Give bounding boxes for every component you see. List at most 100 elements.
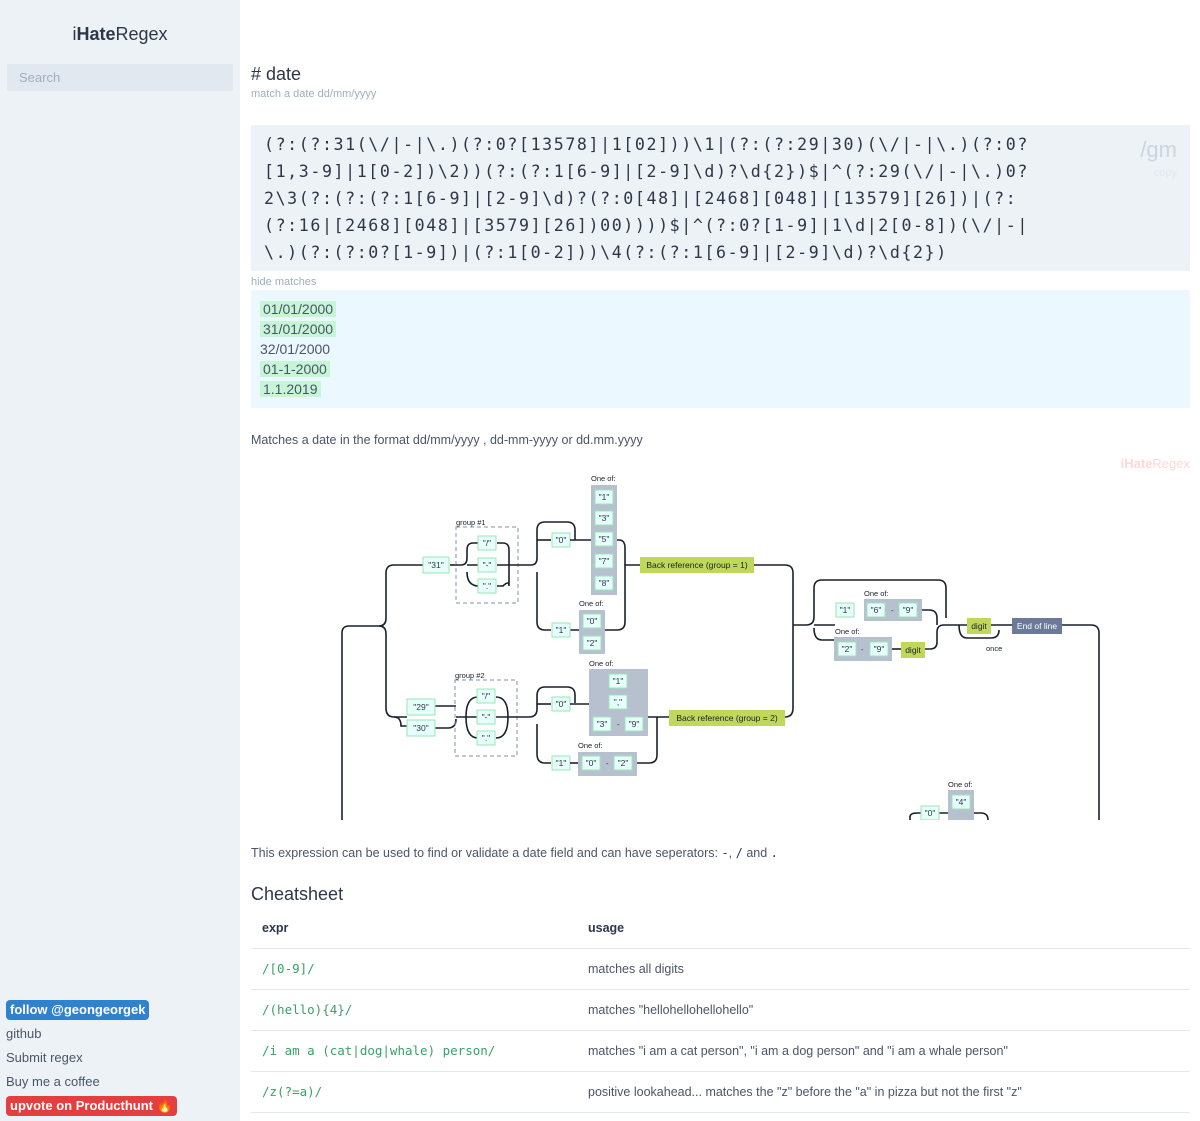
table-row: /z(?=a)/ positive lookahead... matches t… xyxy=(251,1071,1190,1113)
svg-text:"7": "7" xyxy=(599,556,610,566)
svg-text:"1": "1" xyxy=(840,605,851,615)
svg-text:"2": "2" xyxy=(618,758,629,768)
svg-text:Back reference (group = 2): Back reference (group = 2) xyxy=(676,713,778,723)
svg-text:digit: digit xyxy=(971,621,987,631)
cheat-expr[interactable]: /(hello){4}/ xyxy=(251,989,577,1031)
svg-text:"2": "2" xyxy=(842,644,853,654)
cheat-usage: matches "i am a cat person", "i am a dog… xyxy=(577,1030,1190,1072)
literal-0-a: "0" xyxy=(551,532,571,548)
literal-2-h: "2" xyxy=(613,755,633,771)
literal-9-f: "9" xyxy=(624,716,644,732)
literal-1-f: "1" xyxy=(608,673,628,689)
test-string-line: 31/01/2000 xyxy=(260,319,1181,339)
literal-7-c: "7" xyxy=(594,553,614,569)
copy-button[interactable]: copy xyxy=(1154,167,1177,179)
github-link[interactable]: github xyxy=(6,1026,41,1042)
literal-0-d: "0" xyxy=(582,613,602,629)
svg-text:",": "," xyxy=(614,697,622,707)
test-string-line: 01/01/2000 xyxy=(260,299,1181,319)
svg-text:".": "." xyxy=(482,733,490,743)
test-string-line: 1.1.2019 xyxy=(260,379,1181,399)
one-of-label-7: One of: xyxy=(948,780,973,789)
literal-0-h: "0" xyxy=(581,755,601,771)
literal-slash-2: "/" xyxy=(476,688,496,704)
svg-text:"6": "6" xyxy=(871,605,882,615)
table-row: /(hello){4}/ matches "hellohellohellohel… xyxy=(251,989,1190,1031)
literal-9-i: "9" xyxy=(898,602,918,618)
matched-text: 01/01/2000 xyxy=(260,301,337,317)
cheatsheet-table: expr usage /[0-9]/ matches all digits /(… xyxy=(251,908,1190,1113)
test-strings-panel[interactable]: 01/01/2000 31/01/2000 32/01/2000 01-1-2000 1… xyxy=(251,290,1190,408)
table-row: /[0-9]/ matches all digits xyxy=(251,948,1190,990)
one-of-label-3: One of: xyxy=(589,659,614,668)
railroad-diagram: .ln { fill: none; stroke: #1a202c; strok… xyxy=(341,474,1100,820)
literal-31: "31" xyxy=(422,556,450,574)
literal-1-c: "1" xyxy=(594,489,614,505)
cheat-usage: matches "hellohellohellohello" xyxy=(577,989,1190,1031)
cheat-usage: matches all digits xyxy=(577,948,1190,990)
buy-coffee-link[interactable]: Buy me a coffee xyxy=(6,1074,100,1090)
svg-text:"1": "1" xyxy=(556,758,567,768)
one-of-label-2: One of: xyxy=(579,599,604,608)
digit-box-1: digit xyxy=(901,642,925,658)
end-of-line-label: End of line xyxy=(1017,621,1057,631)
literal-3-f: "3" xyxy=(592,716,612,732)
svg-text:"2": "2" xyxy=(587,638,598,648)
regex-text[interactable]: (?:(?:31(\/|-|\.)(?:0?[13578]|1[02]))\1|… xyxy=(264,131,1034,266)
one-of-label-1: One of: xyxy=(591,474,616,483)
backref-group-2: Back reference (group = 2) xyxy=(669,710,785,726)
literal-1-g: "1" xyxy=(551,755,571,771)
literal-slash-1: "/" xyxy=(477,535,497,551)
regex-display: (?:(?:31(\/|-|\.)(?:0?[13578]|1[02]))\1|… xyxy=(251,125,1190,271)
svg-text:"-": "-" xyxy=(483,560,492,570)
svg-text:"29": "29" xyxy=(413,702,429,712)
search-input[interactable] xyxy=(7,64,233,91)
matched-text: 31/01/2000 xyxy=(260,321,337,337)
unmatched-text: 32/01/2000 xyxy=(260,341,331,357)
test-string-line: 01-1-2000 xyxy=(260,359,1181,379)
literal-5-c: "5" xyxy=(594,531,614,547)
one-of-label-5: One of: xyxy=(864,589,889,598)
sidebar: iHateRegex follow @geongeorgek github Su… xyxy=(0,0,240,1121)
svg-text:"0": "0" xyxy=(556,535,567,545)
svg-text:"3": "3" xyxy=(599,513,610,523)
svg-text:"/": "/" xyxy=(483,538,491,548)
cheat-usage: positive lookahead... matches the "z" be… xyxy=(577,1071,1190,1113)
hide-matches-toggle[interactable]: hide matches xyxy=(251,276,316,288)
cheat-expr[interactable]: /i am a (cat|dog|whale) person/ xyxy=(251,1030,577,1072)
literal-dash-1: "-" xyxy=(477,557,497,573)
svg-text:"8": "8" xyxy=(599,578,610,588)
regex-description: Matches a date in the format dd/mm/yyyy … xyxy=(251,433,643,447)
literal-9-j: "9" xyxy=(869,641,889,657)
literal-29: "29" xyxy=(406,698,436,716)
svg-text:"1": "1" xyxy=(613,676,624,686)
svg-text:".": "." xyxy=(483,581,491,591)
svg-text:"0": "0" xyxy=(925,808,936,818)
cheat-expr[interactable]: /[0-9]/ xyxy=(251,948,577,990)
svg-text:"/": "/" xyxy=(482,691,490,701)
literal-3-c: "3" xyxy=(594,510,614,526)
literal-comma: "," xyxy=(608,694,628,710)
page-subtitle: match a date dd/mm/yyyy xyxy=(251,88,377,100)
literal-0-k: "0" xyxy=(920,805,940,820)
twitter-follow-link[interactable]: follow @geongeorgek xyxy=(6,1000,150,1020)
svg-text:digit: digit xyxy=(905,645,921,655)
svg-text:"-": "-" xyxy=(482,712,491,722)
cheat-expr[interactable]: /z(?=a)/ xyxy=(251,1071,577,1113)
svg-text:"3": "3" xyxy=(597,719,608,729)
once-label: once xyxy=(986,644,1002,653)
group-1-label: group #1 xyxy=(456,518,486,527)
usage-note: This expression can be used to find or v… xyxy=(251,846,778,860)
svg-text:"1": "1" xyxy=(556,625,567,635)
literal-8-c: "8" xyxy=(594,575,614,591)
svg-text:"1": "1" xyxy=(599,492,610,502)
svg-text:"31": "31" xyxy=(428,560,444,570)
svg-text:"30": "30" xyxy=(413,723,429,733)
header-expr: expr xyxy=(251,908,577,949)
literal-dash-2: "-" xyxy=(476,709,496,725)
submit-regex-link[interactable]: Submit regex xyxy=(6,1050,83,1066)
site-logo[interactable]: iHateRegex xyxy=(0,24,240,45)
one-of-label-4: One of: xyxy=(578,741,603,750)
producthunt-link[interactable]: upvote on Producthunt 🔥 xyxy=(6,1096,177,1116)
svg-text:"0": "0" xyxy=(556,699,567,709)
